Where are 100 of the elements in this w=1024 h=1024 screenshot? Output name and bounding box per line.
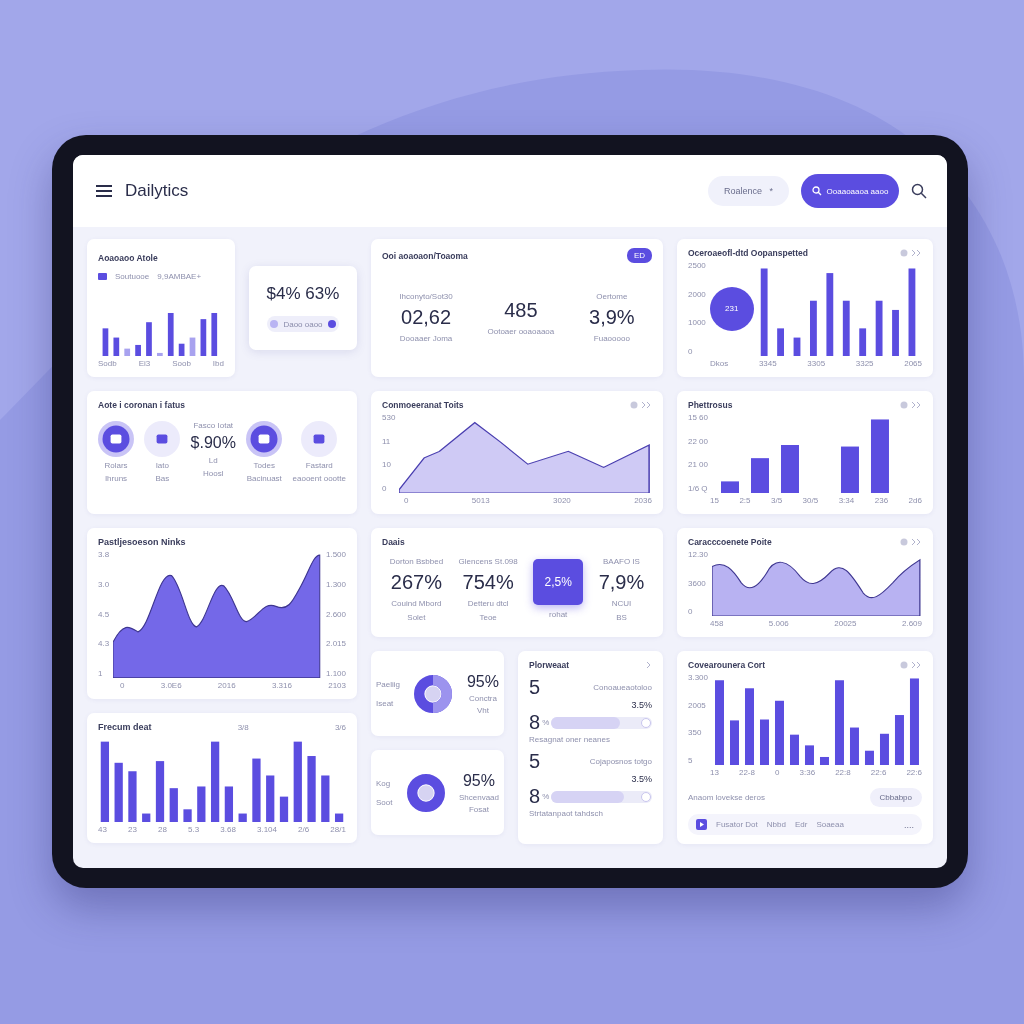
card-title: Oceroaeofl-dtd Oopanspetted	[688, 248, 808, 258]
axis-label: Ibd	[212, 359, 224, 368]
chart-bar	[793, 337, 801, 356]
axis-label: 2.015	[325, 639, 346, 649]
axis-label: 5013	[471, 496, 490, 505]
slider-handle[interactable]	[641, 717, 651, 728]
peak-label: 3/6	[334, 722, 346, 732]
toolbar-item[interactable]: Nbbd	[766, 820, 786, 829]
chart-bar	[321, 775, 330, 822]
chart-bar	[880, 733, 889, 765]
chart-bar	[776, 328, 784, 356]
status-badge: ED	[626, 248, 652, 263]
toolbar-item[interactable]: Soaeaa	[816, 820, 844, 829]
axis-label: 22-8	[738, 768, 755, 777]
chart-bar	[178, 343, 185, 356]
donut-caption: Fosat	[468, 804, 489, 814]
options-icon[interactable]	[900, 538, 922, 546]
axis-label: 22:8	[835, 768, 851, 777]
axis-label: 0	[382, 483, 388, 493]
card-title: Covearounera Cort	[688, 660, 765, 670]
donut-value: 95%	[466, 672, 499, 691]
axis-label: 5.3	[188, 825, 200, 834]
legend-label: Soutuooe	[115, 272, 150, 281]
chart-bar	[790, 734, 799, 765]
toolbar-item[interactable]: Edr	[794, 820, 808, 829]
axis-label: Sodb	[98, 359, 117, 368]
more-button[interactable]: ....	[904, 819, 914, 830]
donut-label: Paeliig	[376, 679, 400, 689]
filter-chip[interactable]: Roalence *	[707, 176, 789, 206]
card-title: Frecum deat	[98, 722, 152, 732]
category-icon[interactable]	[98, 421, 134, 457]
axis-label: 1/6 Q	[688, 483, 709, 493]
legend-swatch-icon	[98, 273, 107, 280]
kpi-value: 267%	[390, 570, 442, 594]
axis-label: 3325	[855, 359, 874, 368]
chart-bar	[189, 337, 196, 356]
chart-bar	[224, 786, 233, 822]
axis-label: 12.30	[688, 550, 709, 559]
chart-bar	[183, 809, 192, 822]
chart-bar	[850, 727, 859, 765]
slider-handle[interactable]	[641, 791, 651, 802]
chart-bar	[895, 715, 904, 765]
axis-label: 2/6	[298, 825, 310, 834]
footer-button[interactable]: Cbbabpo	[869, 788, 922, 807]
kpi-caption: Detteru dtcl	[467, 598, 509, 608]
chart-bar	[842, 300, 850, 356]
donut-sublabel: Soot	[376, 797, 393, 807]
axis-label: 3/5	[771, 496, 783, 505]
donut-chart-drawing	[406, 773, 445, 812]
axis-label: 236	[874, 496, 889, 505]
options-icon[interactable]	[630, 401, 652, 409]
options-icon[interactable]	[900, 661, 922, 669]
axis-label: 3600	[688, 578, 707, 588]
chart-bar	[238, 813, 247, 822]
chart-bar	[760, 719, 769, 765]
donut-caption: Vht	[476, 705, 489, 715]
axis-label: 2.600	[325, 609, 346, 619]
axis-label: 3345	[758, 359, 777, 368]
progress-unit: %	[542, 792, 550, 801]
axis-label: 22 00	[688, 436, 709, 446]
axis-label: 22:6	[906, 768, 922, 777]
footer-text: Anaom lovekse deros	[688, 793, 765, 802]
card-title: Plorweaat	[529, 660, 570, 670]
axis-label: 2500	[688, 261, 706, 270]
axis-label: 1	[98, 669, 104, 678]
axis-label: 3.104	[256, 825, 277, 834]
axis-label: Dkos	[710, 359, 729, 368]
options-icon[interactable]	[900, 401, 922, 409]
chart-bar	[805, 745, 814, 765]
chart-bar	[781, 445, 799, 493]
highlight-tile: 2,5%	[533, 559, 584, 605]
chart-bar	[751, 458, 769, 493]
item-sublabel: Hoosl	[203, 469, 224, 478]
toolbar-item[interactable]: Fusator Dot	[716, 820, 758, 829]
item-sublabel: eaooent oootte	[292, 474, 346, 483]
kpi-caption: Ootoaer ooaoaaoa	[487, 326, 555, 336]
kpi-value: 02,62	[401, 305, 452, 329]
chart-bar	[128, 771, 137, 822]
axis-label: 20025	[834, 619, 857, 628]
category-icon[interactable]	[301, 421, 338, 457]
chart-bar	[146, 322, 152, 356]
axis-label: 3020	[553, 496, 571, 505]
chart-bar	[841, 446, 859, 493]
category-icon[interactable]	[144, 421, 181, 457]
play-icon[interactable]	[696, 819, 707, 830]
progress-caption: Resagnat oner neanes	[529, 735, 611, 744]
menu-icon[interactable]	[95, 184, 113, 198]
progress-reading: 3.5%	[631, 774, 652, 784]
chart-bar	[113, 337, 120, 356]
search-button[interactable]: Ooaaoaaoa aaoo	[801, 174, 899, 208]
chart-bar	[169, 788, 178, 822]
progress-label: Cojaposnos totgo	[589, 757, 652, 766]
options-icon[interactable]	[900, 249, 922, 257]
legend-value: 9,9AMBAE+	[157, 272, 202, 281]
progress-number: 5	[529, 750, 541, 773]
search-icon[interactable]	[911, 183, 927, 199]
kpi-caption: NCUI	[611, 598, 632, 608]
donut-sublabel: Iseat	[376, 698, 395, 708]
stat-chip[interactable]: Daoo oaoo	[267, 316, 339, 332]
category-icon[interactable]	[246, 421, 283, 457]
